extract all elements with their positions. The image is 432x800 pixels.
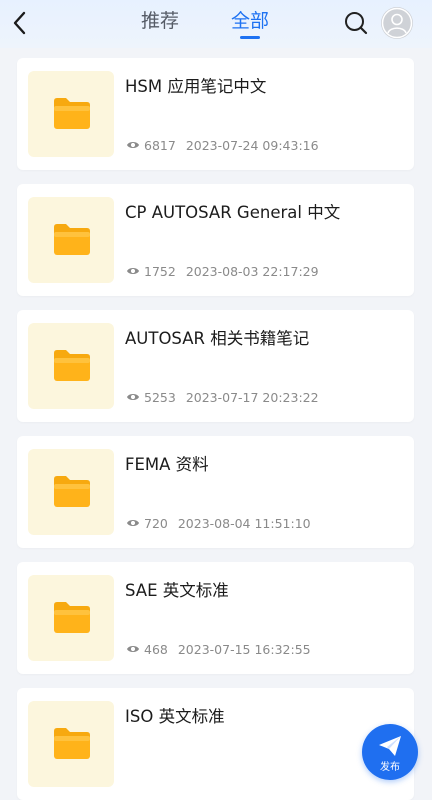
folder-icon — [54, 350, 90, 381]
list-item[interactable]: SAE 英文标准 468 2023-07-15 16:32:55 — [17, 562, 414, 674]
item-meta: 1752 2023-08-03 22:17:29 — [126, 262, 319, 280]
search-icon[interactable] — [343, 10, 369, 36]
tab-recommend[interactable]: 推荐 — [141, 8, 179, 34]
folder-icon — [54, 476, 90, 507]
item-title: AUTOSAR 相关书籍笔记 — [125, 329, 310, 348]
user-avatar-icon[interactable] — [381, 7, 413, 39]
item-title: SAE 英文标准 — [125, 581, 229, 600]
item-title: FEMA 资料 — [125, 455, 209, 474]
eye-icon — [127, 268, 139, 274]
eye-icon — [127, 142, 139, 148]
folder-thumbnail — [28, 449, 114, 535]
list-item[interactable]: FEMA 资料 720 2023-08-04 11:51:10 — [17, 436, 414, 548]
item-title: ISO 英文标准 — [125, 707, 225, 726]
view-count: 5253 — [144, 389, 176, 405]
eye-icon — [127, 520, 139, 526]
item-meta: 5253 2023-07-17 20:23:22 — [126, 388, 319, 406]
publish-label: 发布 — [380, 762, 400, 773]
publish-datetime: 2023-07-15 16:32:55 — [177, 641, 311, 657]
folder-thumbnail — [28, 197, 114, 283]
paper-plane-icon — [379, 736, 401, 756]
tab-all[interactable]: 全部 — [231, 8, 269, 34]
publish-datetime: 2023-08-04 11:51:10 — [177, 515, 311, 531]
folder-thumbnail — [28, 71, 114, 157]
list-item[interactable]: HSM 应用笔记中文 6817 2023-07-24 09:43:16 — [17, 58, 414, 170]
active-tab-indicator — [240, 36, 260, 39]
publish-datetime: 2023-07-24 09:43:16 — [185, 137, 319, 153]
list-item[interactable]: AUTOSAR 相关书籍笔记 5253 2023-07-17 20:23:22 — [17, 310, 414, 422]
list-item[interactable]: ISO 英文标准 — [17, 688, 414, 800]
publish-datetime: 2023-08-03 22:17:29 — [185, 263, 319, 279]
view-count: 468 — [144, 641, 168, 657]
item-title: HSM 应用笔记中文 — [125, 77, 267, 96]
item-meta: 720 2023-08-04 11:51:10 — [126, 514, 311, 532]
chevron-left-icon[interactable] — [8, 8, 32, 38]
folder-icon — [54, 98, 90, 129]
folder-icon — [54, 728, 90, 759]
folder-thumbnail — [28, 323, 114, 409]
item-meta: 468 2023-07-15 16:32:55 — [126, 640, 311, 658]
eye-icon — [127, 394, 139, 400]
folder-icon — [54, 602, 90, 633]
publish-datetime: 2023-07-17 20:23:22 — [185, 389, 319, 405]
publish-button[interactable]: 发布 — [362, 724, 418, 780]
top-bar: 推荐 全部 — [0, 0, 432, 48]
view-count: 720 — [144, 515, 168, 531]
view-count: 6817 — [144, 137, 176, 153]
view-count: 1752 — [144, 263, 176, 279]
folder-icon — [54, 224, 90, 255]
list-item[interactable]: CP AUTOSAR General 中文 1752 2023-08-03 22… — [17, 184, 414, 296]
eye-icon — [127, 646, 139, 652]
folder-thumbnail — [28, 575, 114, 661]
item-title: CP AUTOSAR General 中文 — [125, 203, 341, 222]
item-meta: 6817 2023-07-24 09:43:16 — [126, 136, 319, 154]
folder-thumbnail — [28, 701, 114, 787]
